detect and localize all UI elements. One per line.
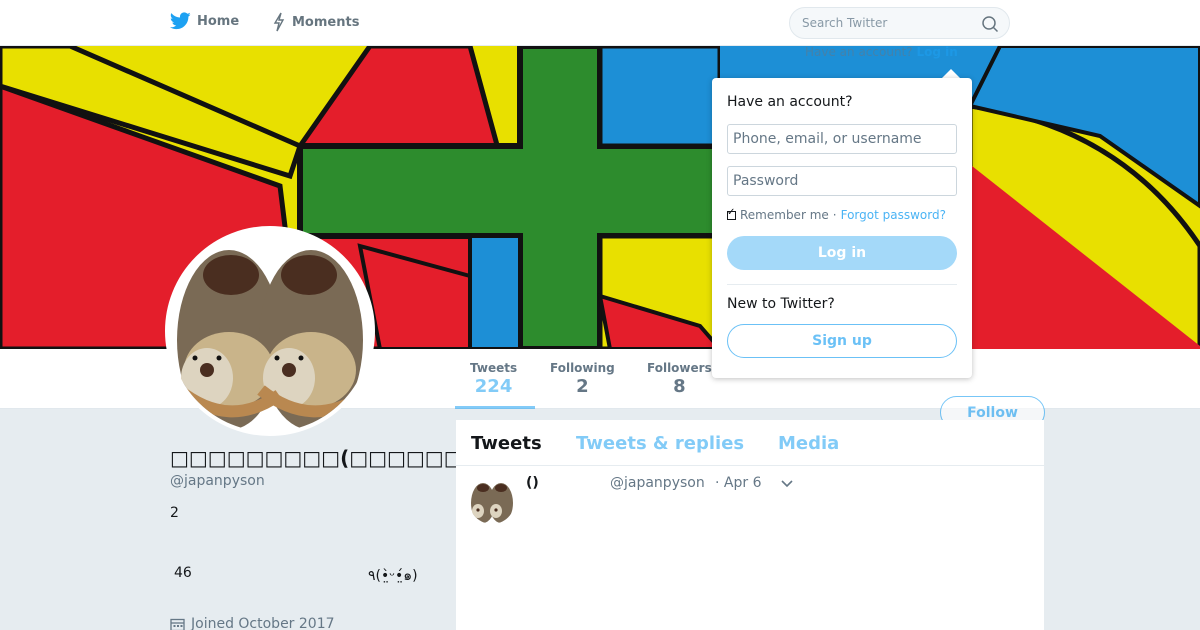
tweet-author-handle[interactable]: @japanpyson <box>610 475 705 491</box>
stat-following-label: Following <box>550 361 615 375</box>
login-hint-question: Have an account? <box>805 45 913 59</box>
remember-me-checkbox[interactable] <box>727 207 736 220</box>
login-dropdown-title: Have an account? <box>727 94 853 110</box>
lightning-icon <box>273 12 285 32</box>
calendar-icon <box>170 618 185 630</box>
tweet-author-name[interactable]: () <box>526 475 539 491</box>
stat-following[interactable]: Following 2 <box>550 361 615 397</box>
hedgehog-slippers-image <box>169 230 371 432</box>
login-dropdown: Have an account? Remember me · Forgot pa… <box>712 78 972 378</box>
login-hint-link[interactable]: Log in <box>916 45 957 59</box>
profile-joined-date: Joined October 2017 <box>170 616 335 630</box>
stat-tweets-value: 224 <box>474 376 513 397</box>
tab-media[interactable]: Media <box>778 433 839 454</box>
login-hint: Have an account? Log in <box>805 45 958 59</box>
new-to-twitter-label: New to Twitter? <box>727 296 835 312</box>
username-field[interactable] <box>727 124 957 154</box>
stat-tweets[interactable]: Tweets 224 <box>470 361 517 397</box>
nav-moments[interactable]: Moments <box>272 12 359 32</box>
password-field[interactable] <box>727 166 957 196</box>
profile-screen-name[interactable]: @japanpyson <box>170 473 265 489</box>
signup-button[interactable]: Sign up <box>727 324 957 358</box>
stat-followers-label: Followers <box>647 361 712 375</box>
profile-bio-emoticon: ٩(•̤̀ᵕ•̤́๑) <box>368 568 418 584</box>
search-input[interactable] <box>802 16 972 30</box>
nav-home[interactable]: Home <box>170 12 239 30</box>
tweet-timestamp[interactable]: · Apr 6 <box>715 475 761 491</box>
avatar[interactable] <box>165 226 375 436</box>
nav-moments-label: Moments <box>292 14 360 30</box>
joined-label: Joined October 2017 <box>191 616 335 630</box>
tweet-avatar[interactable] <box>469 478 515 524</box>
stat-followers-value: 8 <box>673 376 686 397</box>
dropdown-divider <box>727 284 957 285</box>
tweet-item[interactable]: () @japanpyson · Apr 6 <box>456 466 1044 536</box>
tweets-timeline: Tweets Tweets & replies Media () @japanp… <box>456 420 1044 630</box>
tab-tweets[interactable]: Tweets <box>471 433 542 454</box>
search-icon[interactable] <box>981 15 999 33</box>
twitter-bird-icon <box>170 12 191 30</box>
hedgehog-slippers-thumbnail <box>469 478 515 524</box>
tab-tweets-and-replies[interactable]: Tweets & replies <box>576 433 744 454</box>
top-navigation-bar: Home Moments <box>0 0 1200 46</box>
stat-tweets-label: Tweets <box>470 361 518 375</box>
separator-dot: · <box>832 208 837 222</box>
remember-me-label[interactable]: Remember me <box>740 208 829 222</box>
chevron-down-icon[interactable] <box>780 479 794 489</box>
search-box <box>789 7 1010 39</box>
profile-bio-line1: 2 <box>170 505 179 521</box>
profile-bio-text: 46 <box>174 565 192 581</box>
timeline-tabs: Tweets Tweets & replies Media <box>456 420 1044 466</box>
nav-home-label: Home <box>197 13 240 29</box>
stat-followers[interactable]: Followers 8 <box>647 361 712 397</box>
remember-row: Remember me · Forgot password? <box>727 207 946 222</box>
active-tab-underline <box>455 406 535 409</box>
login-button[interactable]: Log in <box>727 236 957 270</box>
stat-following-value: 2 <box>576 376 589 397</box>
forgot-password-link[interactable]: Forgot password? <box>841 208 946 222</box>
